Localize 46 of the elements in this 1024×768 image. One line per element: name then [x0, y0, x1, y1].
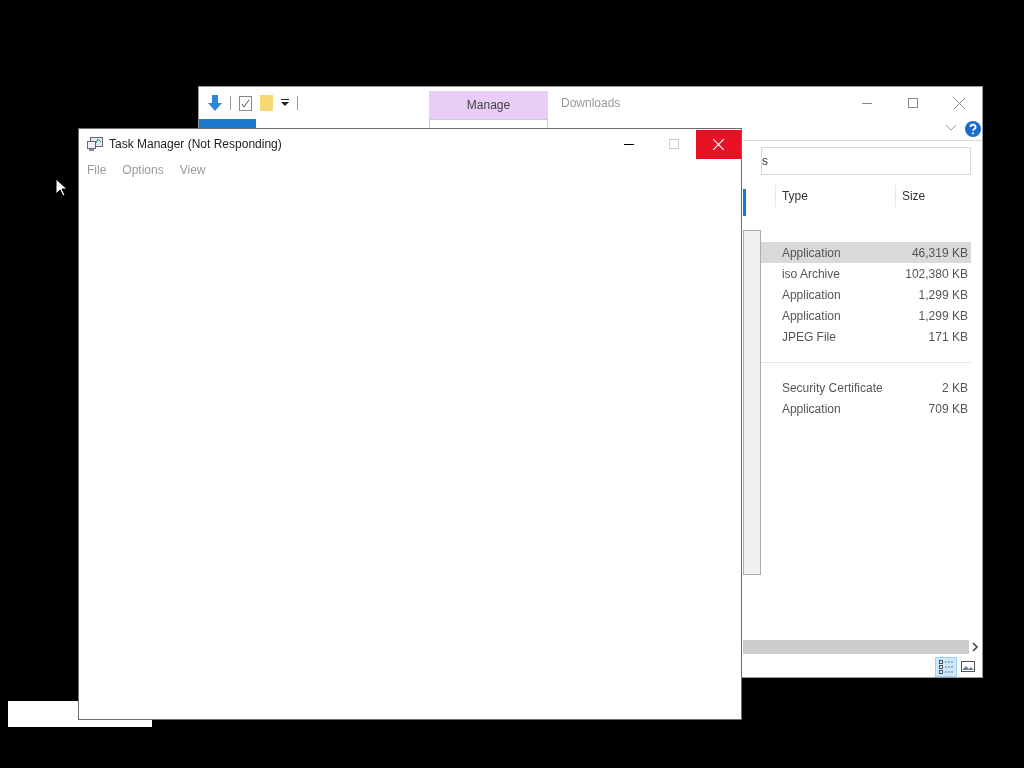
close-button[interactable]: [696, 129, 741, 159]
column-header[interactable]: Size: [894, 185, 975, 207]
type-text: Application: [780, 244, 842, 262]
cursor-icon: [55, 178, 67, 197]
size-text: 709 KB: [927, 400, 968, 418]
help-icon[interactable]: [965, 121, 981, 137]
ribbon-context-tab[interactable]: Manage: [429, 91, 548, 119]
monitor-chart-icon: [87, 137, 103, 151]
file-row[interactable]: Application 1,299 KB: [760, 305, 971, 326]
type-text: Application: [780, 400, 842, 418]
size-text: 2 KB: [940, 379, 968, 397]
file-row[interactable]: Security Certificate 2 KB: [760, 377, 971, 398]
preview-view-icon: [961, 660, 975, 674]
chevron-down-icon[interactable]: [946, 125, 956, 131]
file-row[interactable]: JPEG File 171 KB: [760, 326, 971, 347]
size-text: 1,299 KB: [917, 307, 968, 325]
search-field[interactable]: s: [760, 147, 971, 175]
scroll-indicator: [743, 189, 746, 216]
type-text: Security Certificate: [780, 379, 884, 397]
size-text: 1,299 KB: [917, 286, 968, 304]
details-view-icon: [939, 660, 953, 674]
scroll-right-icon[interactable]: [972, 642, 979, 652]
type-text: Application: [780, 286, 842, 304]
file-row[interactable]: Application 46,319 KB: [760, 242, 971, 263]
file-row[interactable]: Application 1,299 KB: [760, 284, 971, 305]
dropdown-icon[interactable]: [281, 99, 289, 107]
minimize-icon: [862, 102, 872, 104]
close-icon: [713, 138, 724, 150]
column-header[interactable]: Type: [774, 185, 895, 207]
file-row[interactable]: Application 709 KB: [760, 398, 971, 419]
minimize-icon: [623, 143, 634, 145]
file-row[interactable]: iso Archive 102,380 KB: [760, 263, 971, 284]
maximize-icon: [668, 139, 679, 149]
maximize-icon: [908, 98, 918, 108]
checklist-icon[interactable]: [239, 95, 252, 111]
type-text: iso Archive: [780, 265, 841, 283]
down-arrow-icon[interactable]: [208, 95, 222, 111]
window-title: Downloads: [561, 95, 621, 112]
close-icon: [953, 97, 965, 109]
type-text: JPEG File: [780, 328, 837, 346]
size-text: 171 KB: [927, 328, 968, 346]
size-text: 102,380 KB: [904, 265, 968, 283]
window-title: Task Manager (Not Responding): [109, 136, 283, 153]
size-text: 46,319 KB: [910, 244, 968, 262]
view-button[interactable]: [935, 657, 957, 677]
type-text: Application: [780, 307, 842, 325]
